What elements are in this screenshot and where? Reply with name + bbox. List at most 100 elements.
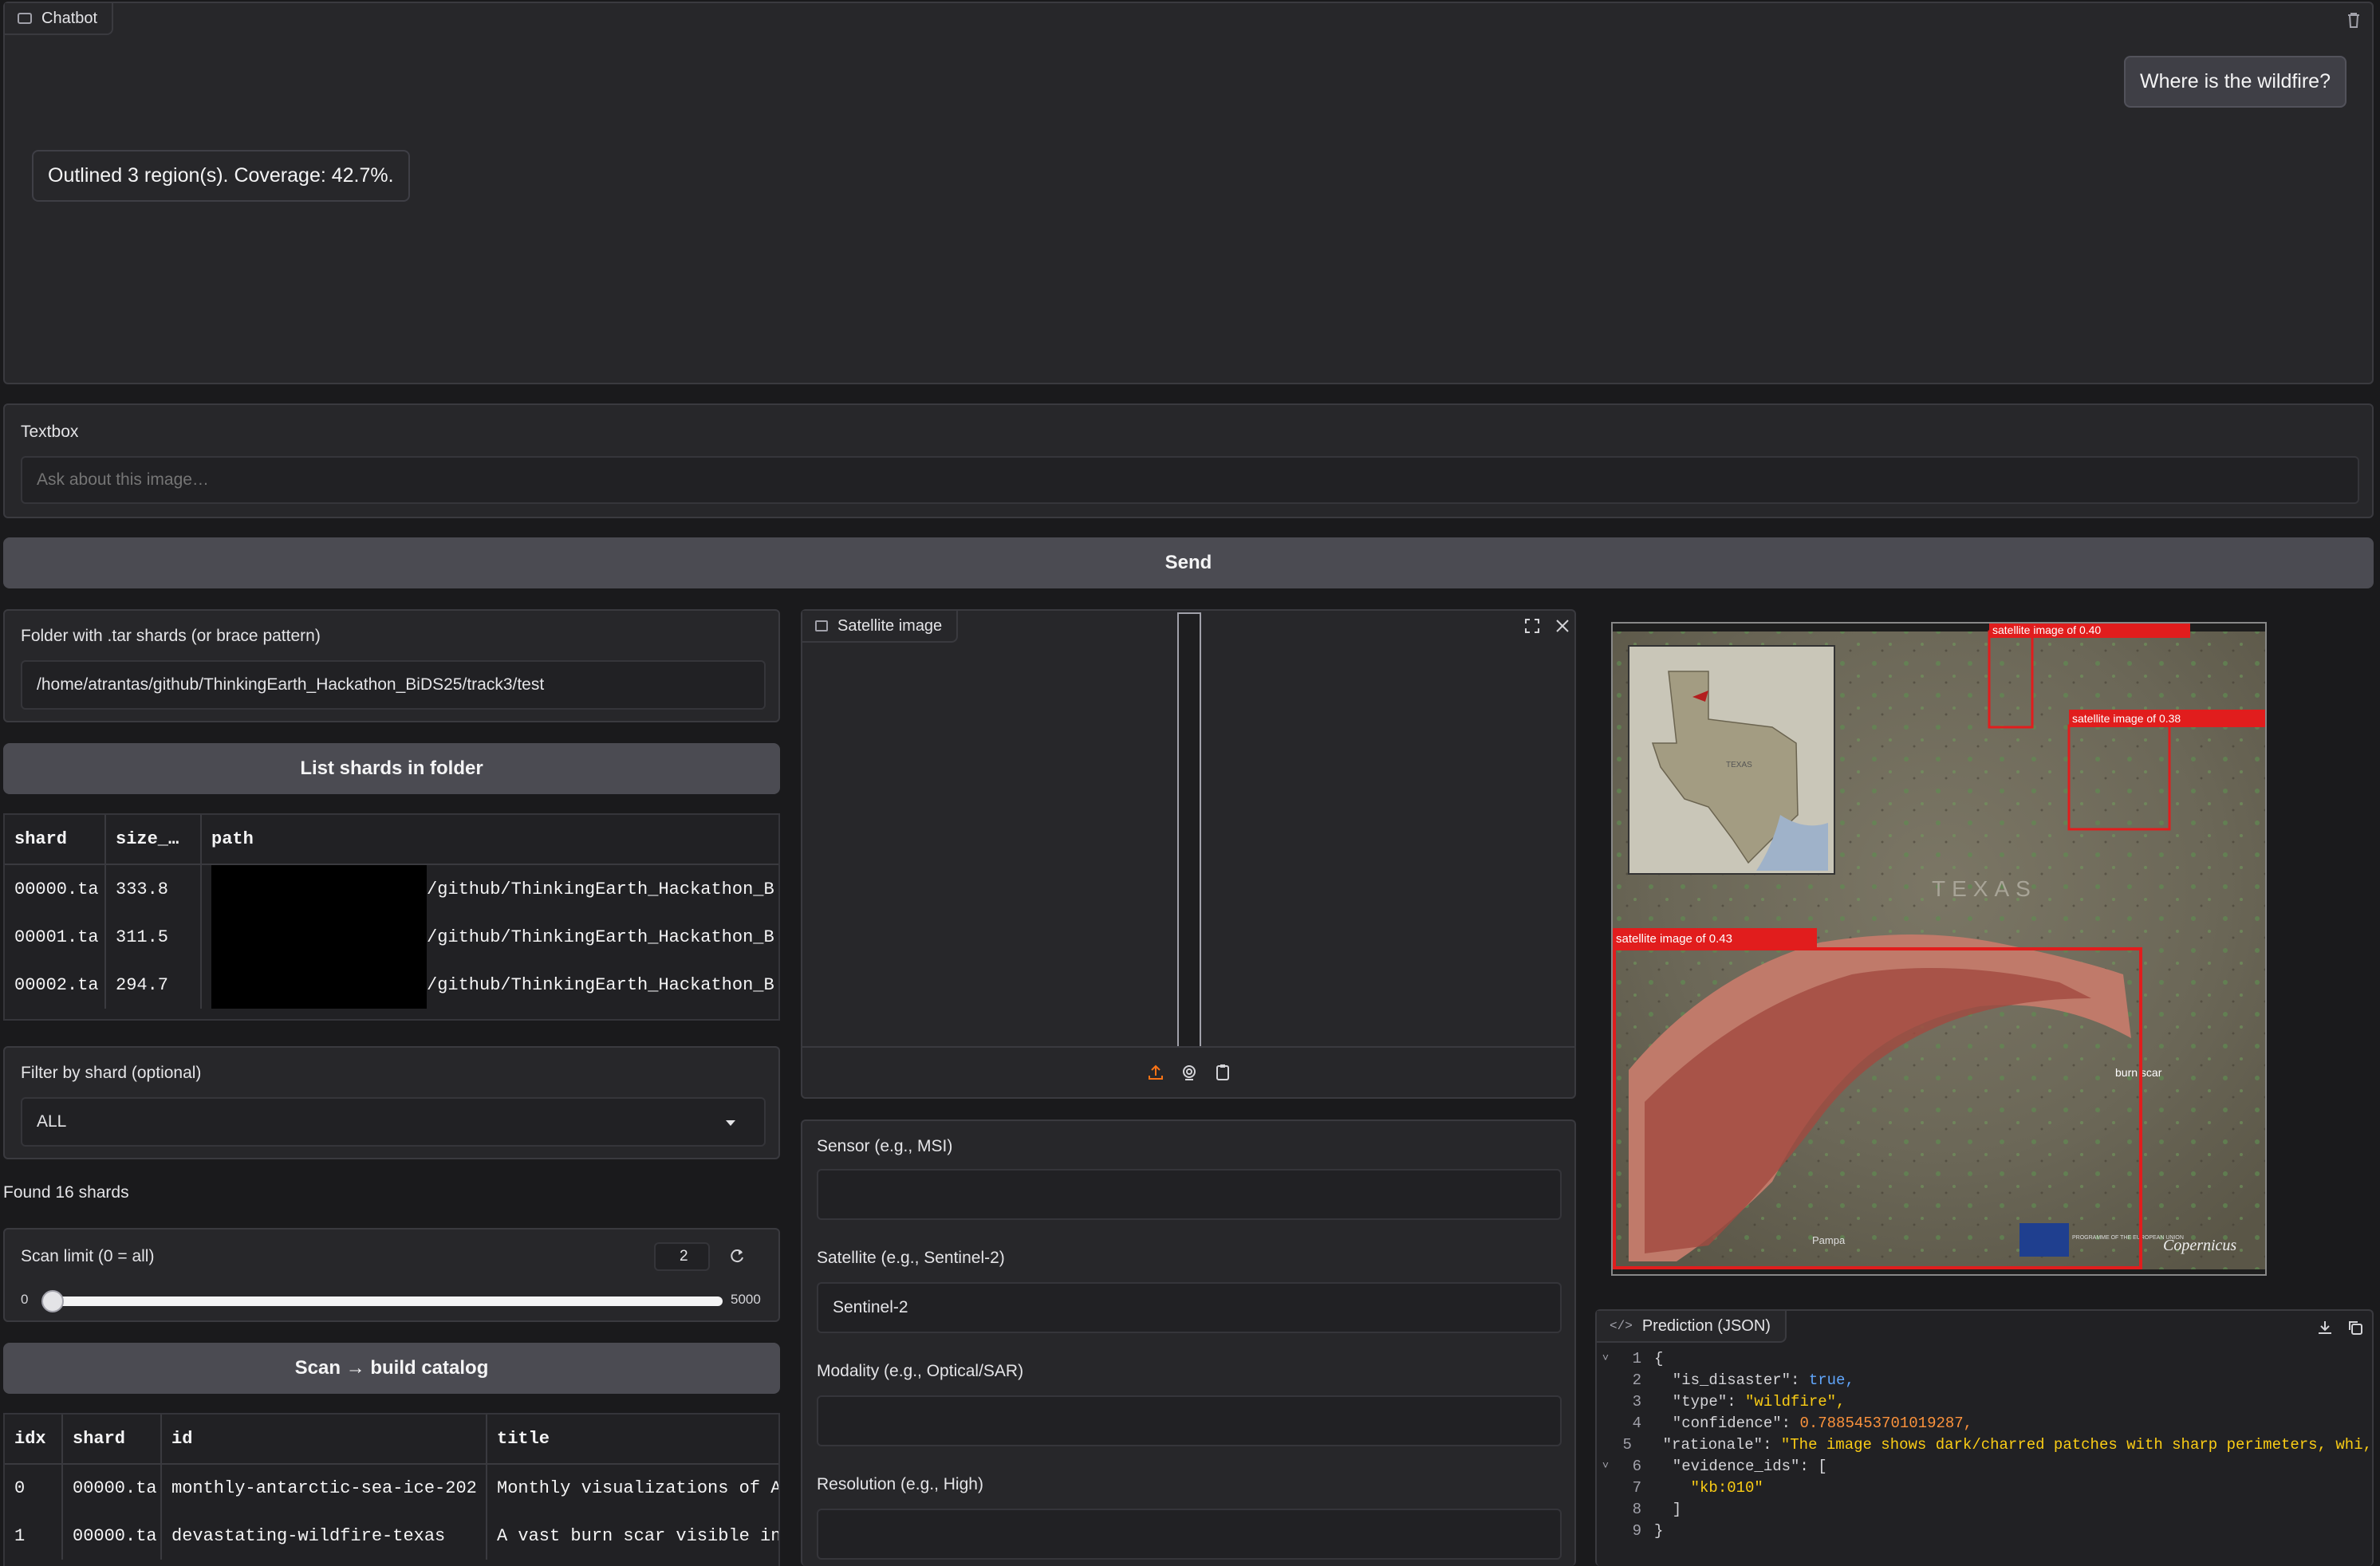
code-lines: ˅ 1 { 2 "is_disaster": true, 3 "type": "wi… [1597, 1348, 2372, 1541]
cell-path-text: /github/ThinkingEarth_Hackathon_B [427, 927, 774, 947]
line-content: "evidence_ids": [ [1654, 1457, 1827, 1475]
dropdown-value: ALL [37, 1112, 67, 1131]
cell-shard[interactable]: 00000.ta [5, 864, 106, 913]
header-title[interactable]: title [487, 1415, 778, 1465]
fold-chevron-icon[interactable] [1597, 1438, 1610, 1451]
list-shards-button[interactable]: List shards in folder [3, 743, 780, 794]
redaction-block [211, 865, 427, 913]
fold-chevron-icon[interactable] [1597, 1481, 1614, 1494]
line-number: 9 [1632, 1521, 1641, 1540]
catalog-table-header: idx shard id title [5, 1415, 778, 1465]
resolution-label: Resolution (e.g., High) [817, 1475, 983, 1493]
download-icon[interactable] [2313, 1316, 2337, 1340]
sensor-input[interactable] [817, 1169, 1562, 1220]
cell-shard[interactable]: 00000.ta [62, 1512, 162, 1560]
satellite-input[interactable]: Sentinel-2 [817, 1282, 1562, 1333]
fold-chevron-icon[interactable]: ˅ [1597, 1352, 1614, 1365]
folder-path-input[interactable]: /home/atrantas/github/ThinkingEarth_Hack… [21, 660, 766, 710]
fold-chevron-icon[interactable] [1597, 1417, 1614, 1430]
header-shard[interactable]: shard [5, 815, 106, 865]
webcam-icon[interactable] [1177, 1060, 1201, 1084]
trash-icon[interactable] [2342, 8, 2366, 32]
scan-build-catalog-button[interactable]: Scan → build catalog [3, 1343, 780, 1394]
header-idx[interactable]: idx [5, 1415, 63, 1465]
code-line: 4 "confidence": 0.7885453701019287, [1597, 1412, 2372, 1434]
cell-idx[interactable]: 1 [5, 1512, 63, 1560]
code-line: 2 "is_disaster": true, [1597, 1369, 2372, 1391]
cell-path[interactable]: /github/ThinkingEarth_Hackathon_B [201, 913, 778, 961]
copy-icon[interactable] [2343, 1316, 2367, 1340]
fold-chevron-icon[interactable] [1597, 1374, 1614, 1387]
scan-limit-panel: Scan limit (0 = all) 2 0 5000 [3, 1228, 780, 1322]
redaction-block [211, 913, 427, 961]
reset-icon[interactable] [726, 1244, 750, 1268]
code-line: 8 ] [1597, 1498, 2372, 1520]
cell-title[interactable]: A vast burn scar visible in [487, 1512, 778, 1560]
image-bottom-strip [1613, 1269, 2265, 1274]
fullscreen-icon[interactable] [1520, 614, 1544, 638]
cell-size[interactable]: 294.7 [105, 961, 202, 1009]
header-shard[interactable]: shard [62, 1415, 162, 1465]
cell-path[interactable]: /github/ThinkingEarth_Hackathon_B [201, 961, 778, 1009]
code-line: 5 "rationale": "The image shows dark/cha… [1597, 1434, 2372, 1455]
metadata-panel: Sensor (e.g., MSI) Satellite (e.g., Sent… [801, 1119, 1576, 1566]
line-number: 6 [1632, 1457, 1641, 1475]
header-id[interactable]: id [161, 1415, 487, 1465]
cell-id[interactable]: monthly-antarctic-sea-ice-202 [161, 1464, 487, 1512]
user-message-text: Where is the wildfire? [2140, 70, 2331, 92]
code-icon: </> [1610, 1319, 1633, 1333]
cell-size[interactable]: 333.8 [105, 864, 202, 913]
code-line: 3 "type": "wildfire", [1597, 1391, 2372, 1412]
inset-texas-label: TEXAS [1726, 761, 1752, 769]
modality-input[interactable] [817, 1395, 1562, 1446]
cell-size[interactable]: 311.5 [105, 913, 202, 961]
code-line: 7 "kb:010" [1597, 1477, 2372, 1498]
slider-min-label: 0 [21, 1292, 29, 1307]
copernicus-logo-text: Copernicus [2163, 1237, 2236, 1254]
textbox-panel: Textbox [3, 403, 2374, 518]
resolution-input[interactable] [817, 1509, 1562, 1560]
header-path[interactable]: path [201, 815, 778, 865]
line-content: ] [1654, 1500, 1682, 1518]
line-number: 8 [1632, 1500, 1641, 1518]
chatbot-label: Chatbot [41, 9, 98, 27]
scan-limit-slider-track[interactable] [48, 1296, 723, 1306]
satellite-image-label: Satellite image [837, 616, 943, 635]
annotated-image[interactable]: TEXAS TEXAS burn scar Pampa PROGRAMME OF… [1611, 622, 2267, 1276]
fold-chevron-icon[interactable]: ˅ [1597, 1460, 1614, 1473]
cell-title[interactable]: Monthly visualizations of A [487, 1464, 778, 1512]
line-number: 1 [1632, 1349, 1641, 1367]
bot-message: Outlined 3 region(s). Coverage: 42.7%. [32, 150, 410, 202]
table-row[interactable]: 00000.ta 333.8 /github/ThinkingEarth_Hac… [5, 864, 778, 913]
cell-shard[interactable]: 00002.ta [5, 961, 106, 1009]
send-button[interactable]: Send [3, 537, 2374, 588]
upload-icon[interactable] [1144, 1060, 1168, 1084]
line-content: "confidence": 0.7885453701019287, [1654, 1414, 1973, 1432]
table-row[interactable]: 00002.ta 294.7 /github/ThinkingEarth_Hac… [5, 961, 778, 1009]
line-content: { [1654, 1349, 1664, 1367]
scan-limit-slider-thumb[interactable] [41, 1290, 64, 1312]
header-size[interactable]: size_… [105, 815, 202, 865]
fold-chevron-icon[interactable] [1597, 1395, 1614, 1408]
line-content: "rationale": "The image shows dark/charr… [1644, 1435, 2372, 1454]
scan-limit-number[interactable]: 2 [654, 1242, 710, 1271]
fold-chevron-icon[interactable] [1597, 1503, 1614, 1516]
line-content: } [1654, 1521, 1664, 1540]
table-row[interactable]: 0 00000.ta monthly-antarctic-sea-ice-202… [5, 1464, 778, 1512]
shard-filter-dropdown[interactable]: ALL [21, 1097, 766, 1147]
cell-path-text: /github/ThinkingEarth_Hackathon_B [427, 879, 774, 899]
close-icon[interactable] [1551, 614, 1574, 638]
fold-chevron-icon[interactable] [1597, 1525, 1614, 1537]
cell-id[interactable]: devastating-wildfire-texas [161, 1512, 487, 1560]
user-message: Where is the wildfire? [2124, 56, 2347, 108]
cell-shard[interactable]: 00001.ta [5, 913, 106, 961]
cell-idx[interactable]: 0 [5, 1464, 63, 1512]
line-number: 7 [1632, 1478, 1641, 1497]
chat-input[interactable] [21, 456, 2359, 504]
cell-shard[interactable]: 00000.ta [62, 1464, 162, 1512]
cell-path[interactable]: /github/ThinkingEarth_Hackathon_B [201, 864, 778, 913]
table-row[interactable]: 1 00000.ta devastating-wildfire-texas A … [5, 1512, 778, 1560]
json-code-view[interactable]: ˅ 1 { 2 "is_disaster": true, 3 "type": "wi… [1597, 1348, 2372, 1541]
table-row[interactable]: 00001.ta 311.5 /github/ThinkingEarth_Hac… [5, 913, 778, 961]
clipboard-icon[interactable] [1211, 1060, 1235, 1084]
